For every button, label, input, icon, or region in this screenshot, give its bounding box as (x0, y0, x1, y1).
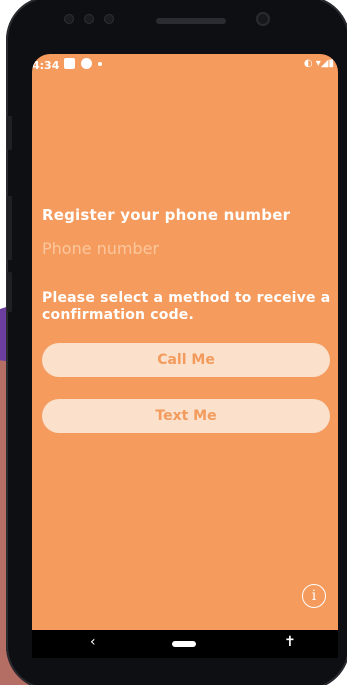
more-notifications-icon (98, 61, 102, 66)
status-time: 4:34 (32, 59, 60, 72)
home-icon[interactable] (172, 641, 196, 647)
page-title: Register your phone number (42, 206, 291, 224)
front-camera-icon (256, 12, 270, 26)
sensor-icon (104, 14, 114, 24)
call-me-button[interactable]: Call Me (42, 343, 330, 377)
news-icon (64, 58, 75, 69)
back-icon[interactable]: ‹ (90, 634, 96, 650)
earpiece-speaker (156, 18, 226, 24)
bixby-button (7, 272, 12, 312)
info-icon[interactable]: i (302, 584, 326, 608)
sensor-icon (84, 14, 94, 24)
phone-number-input[interactable] (42, 236, 312, 260)
instruction-text: Please select a method to receive a conf… (42, 290, 331, 323)
volume-button (7, 116, 12, 150)
app-notification-icon (81, 58, 92, 69)
status-bar: 4:34 ◐ ▾◢▮ (32, 54, 338, 78)
system-icons: ◐ ▾◢▮ (303, 58, 334, 69)
stage: 4:34 ◐ ▾◢▮ Register your phone number Pl… (0, 0, 347, 685)
volume-button (7, 196, 12, 260)
notification-icons (64, 58, 102, 69)
accessibility-icon[interactable]: ✝ (284, 634, 296, 650)
navigation-bar: ‹ ✝ (32, 630, 338, 658)
sensor-icon (64, 14, 74, 24)
app-screen: 4:34 ◐ ▾◢▮ Register your phone number Pl… (32, 54, 338, 658)
text-me-button[interactable]: Text Me (42, 399, 330, 433)
